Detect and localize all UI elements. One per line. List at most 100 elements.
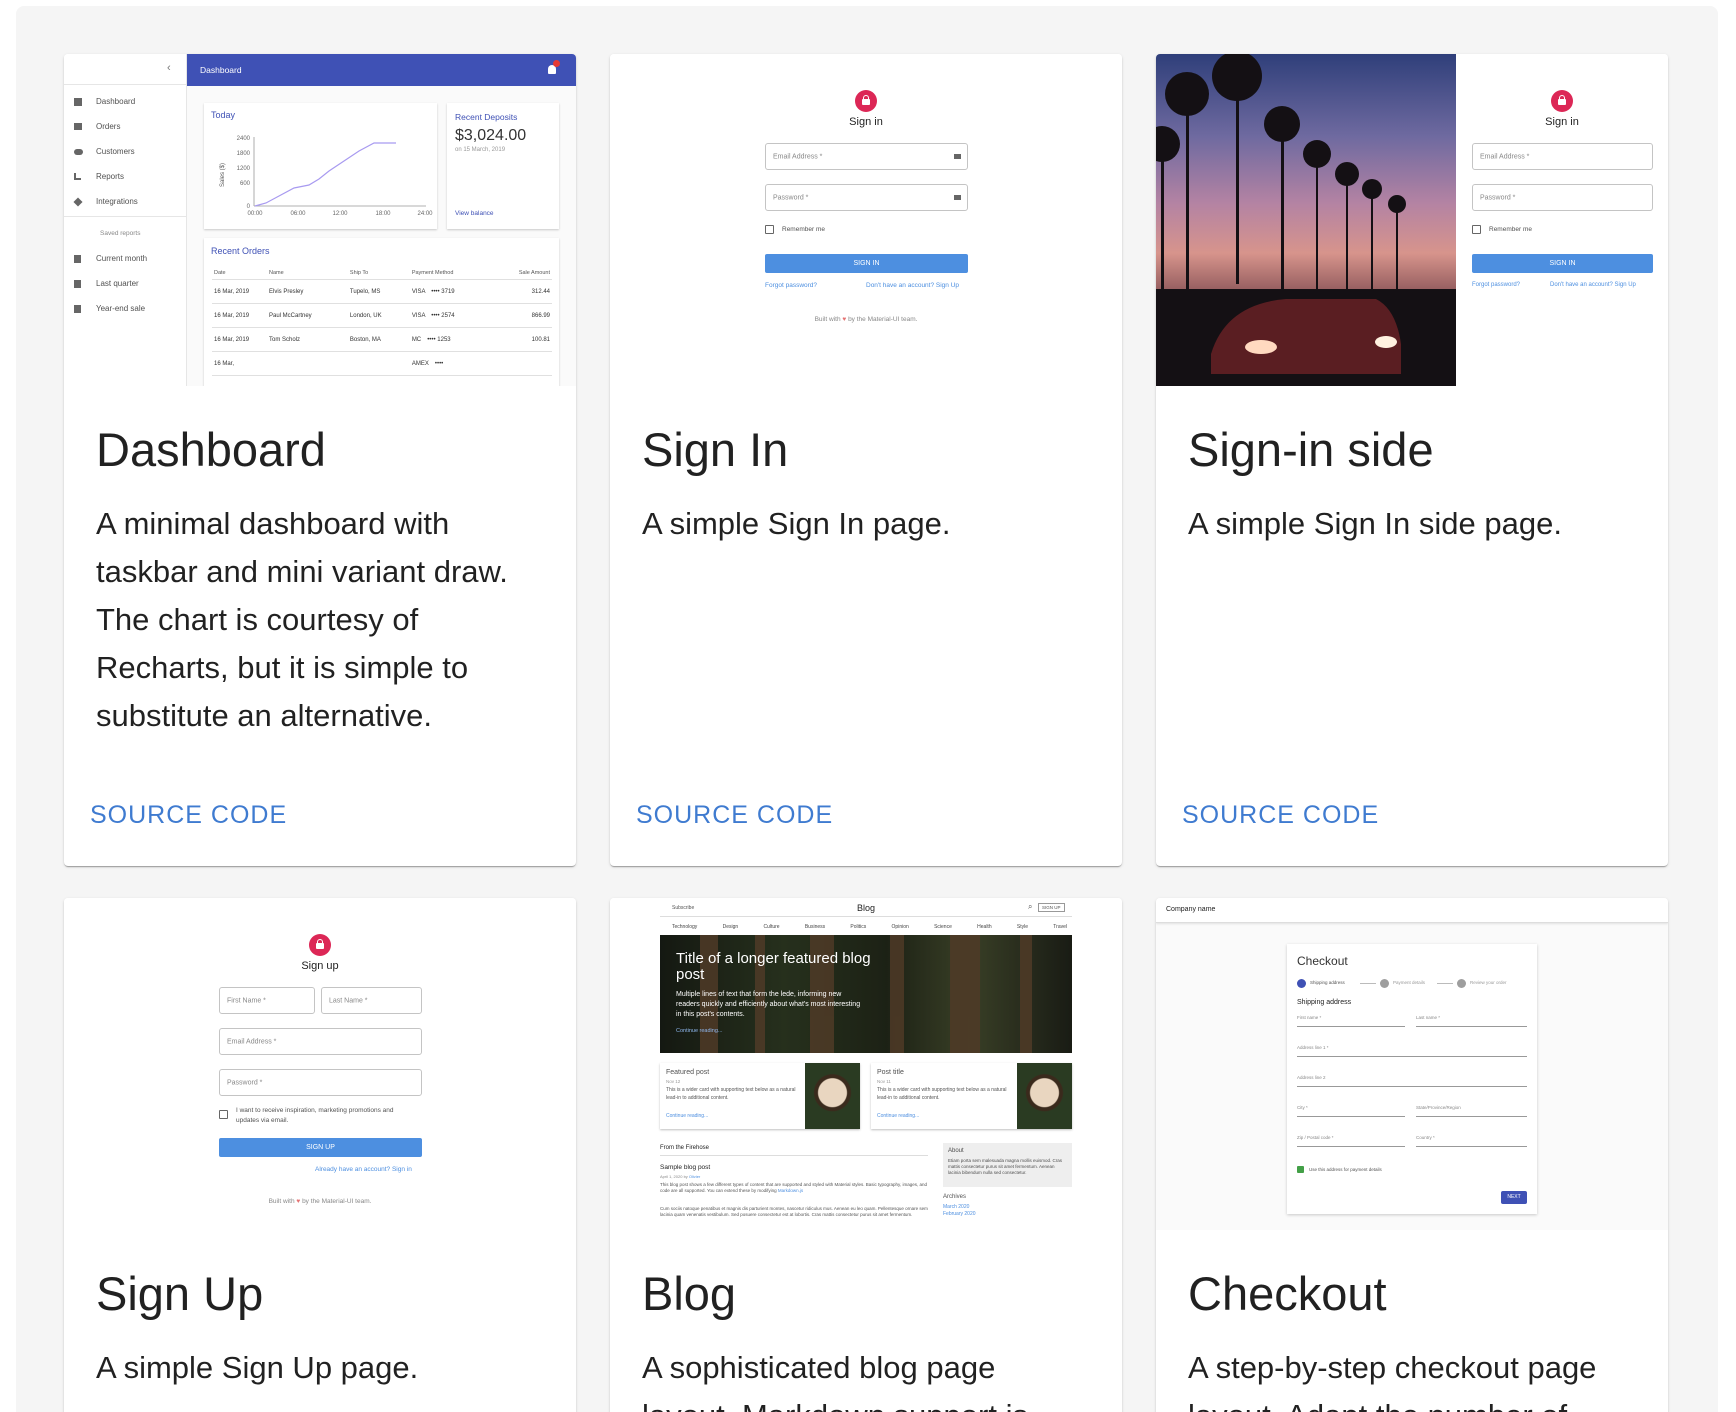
y-tick: 1200	[237, 166, 251, 172]
deposits-date: on 15 March, 2019	[455, 147, 506, 153]
blog-preview[interactable]: Subscribe Blog ⌕ SIGN UP Technology Desig…	[610, 898, 1122, 1230]
saved-reports-header: Saved reports	[100, 230, 141, 237]
remember-checkbox	[1472, 225, 1481, 234]
nav-item: Customers	[74, 147, 135, 156]
orders-header-cell: Ship To	[347, 267, 410, 280]
orders-cell: Tom Scholz	[267, 327, 348, 352]
blog-section-link: Opinion	[891, 924, 909, 930]
post-link: Continue reading...	[877, 1113, 920, 1119]
checkout-appbar: Company name	[1156, 898, 1668, 923]
step-label: Review your order	[1470, 980, 1507, 985]
card-checkout: Company name Checkout Shipping address P…	[1156, 898, 1668, 1412]
post-text: This is a wider card with supporting tex…	[666, 1087, 796, 1101]
sign-in-button: SIGN IN	[1472, 254, 1653, 273]
card-sign-up: Sign up First Name * Last Name * Email A…	[64, 898, 576, 1412]
orders-header-cell: Name	[267, 267, 348, 280]
preview-sidebar: ‹ Dashboard Orders Customers Reports Int…	[64, 54, 187, 386]
checkout-heading: Checkout	[1297, 954, 1348, 968]
y-tick: 1800	[237, 151, 251, 157]
table-row: 16 Mar, 2019 Elvis Presley Tupelo, MS VISA …	[212, 279, 552, 304]
source-code-button[interactable]: SOURCE CODE	[636, 795, 833, 836]
preview-appbar: Dashboard	[187, 54, 576, 86]
orders-cell: AMEX ⠀••••	[409, 351, 491, 376]
blog-section-link: Design	[722, 924, 739, 930]
archives-title: Archives	[943, 1194, 967, 1200]
cart-icon	[74, 123, 82, 131]
lock-icon	[855, 90, 877, 112]
orders-cell: 866.99	[490, 303, 552, 328]
post-title: Post title	[877, 1069, 904, 1076]
card-description: A simple Sign Up page.	[96, 1350, 419, 1385]
step-dot	[1380, 979, 1389, 988]
sign-in-side-preview[interactable]: Sign in Email Address * Password * Remem…	[1156, 54, 1668, 386]
hero-text: Multiple lines of text that form the led…	[676, 991, 861, 1018]
post-date: Nov 12	[666, 1079, 681, 1084]
preview-footer: Built with ♥ by the Material-UI team.	[814, 316, 918, 323]
post-title: Featured post	[666, 1069, 710, 1076]
blog-signup-button: SIGN UP	[1038, 903, 1065, 912]
orders-cell	[347, 351, 410, 376]
preview-heading: Sign up	[301, 960, 339, 972]
orders-cell: 100.81	[490, 327, 552, 352]
table-row: 16 Mar, 2019 Tom Scholz Boston, MA MC ⠀••••…	[212, 327, 552, 352]
step-active-dot	[1297, 979, 1306, 988]
notification-badge	[553, 60, 560, 67]
lock-icon	[1551, 90, 1573, 112]
blog-sections-nav: Technology Design Culture Business Politics O…	[672, 924, 1067, 930]
archive-link: March 2020	[943, 1204, 970, 1210]
key-icon	[954, 154, 961, 159]
card-title: Sign Up	[96, 1267, 264, 1320]
card-sign-in: Sign in Email Address * Password * Remem…	[610, 54, 1122, 866]
y-tick: 2400	[237, 136, 251, 142]
featured-post-card: Post title Nov 11 This is a wider card w…	[871, 1063, 1072, 1129]
orders-cell: 16 Mar, 2019	[212, 327, 267, 352]
orders-cell: VISA ⠀•••• 2574	[409, 303, 491, 328]
orders-cell	[267, 351, 348, 376]
field-label: State/Province/Region	[1416, 1105, 1461, 1110]
next-button: NEXT	[1501, 1191, 1527, 1204]
orders-cell: Elvis Presley	[267, 279, 348, 304]
key-icon	[954, 195, 961, 200]
field-label: Country *	[1416, 1135, 1435, 1140]
x-tick: 12:00	[332, 211, 348, 217]
preview-footer: Built with ♥ by the Material-UI team.	[268, 1198, 372, 1205]
sample-post-text: This blog post shows a few different typ…	[660, 1182, 927, 1193]
blog-section-link: Style	[1016, 924, 1028, 930]
bar-chart-icon	[74, 173, 81, 181]
lock-icon	[309, 934, 331, 956]
nav-item: Integrations	[73, 197, 138, 207]
field-label: Address line 1 *	[1297, 1045, 1329, 1050]
post-text: This is a wider card with supporting tex…	[877, 1087, 1007, 1101]
source-code-button[interactable]: SOURCE CODE	[90, 795, 287, 836]
sales-chart: Sales ($) 2400 1800 1200 600 0 00:00 06:…	[220, 136, 433, 217]
email-field: Email Address *	[765, 143, 968, 170]
orders-panel: Recent Orders Date Name Ship To Payment Met…	[204, 238, 559, 386]
view-balance-link[interactable]: View balance	[455, 210, 494, 217]
first-name-field: First Name *	[219, 987, 315, 1014]
email-field: Email Address *	[1472, 143, 1653, 170]
step-label: Shipping address	[1310, 980, 1345, 985]
password-field: Password *	[219, 1069, 422, 1096]
orders-cell: 16 Mar, 2019	[212, 303, 267, 328]
forgot-password-link: Forgot password?	[765, 282, 818, 289]
search-icon: ⌕	[1028, 902, 1033, 911]
step-dot	[1457, 979, 1466, 988]
sign-in-preview[interactable]: Sign in Email Address * Password * Remem…	[610, 54, 1122, 386]
sign-up-button: SIGN UP	[219, 1138, 422, 1157]
orders-cell	[490, 351, 552, 376]
card-description: A step-by-step checkout page layout. Ada…	[1188, 1350, 1597, 1412]
checkout-preview[interactable]: Company name Checkout Shipping address P…	[1156, 898, 1668, 1230]
remember-checkbox	[765, 225, 774, 234]
blog-section-link: Travel	[1053, 924, 1067, 930]
remember-label: Remember me	[1489, 226, 1532, 233]
people-icon	[74, 148, 83, 155]
remember-label: Remember me	[782, 226, 825, 233]
source-code-button[interactable]: SOURCE CODE	[1182, 795, 1379, 836]
dashboard-preview[interactable]: ‹ Dashboard Orders Customers Reports Int…	[64, 54, 576, 386]
about-box: About Etiam porta sem malesuada magna mo…	[943, 1143, 1072, 1187]
card-description: A simple Sign In page.	[642, 506, 951, 541]
orders-cell: London, UK	[347, 303, 410, 328]
field-label: Zip / Postal code *	[1297, 1135, 1334, 1140]
card-sign-in-side: Sign in Email Address * Password * Remem…	[1156, 54, 1668, 866]
sign-up-preview[interactable]: Sign up First Name * Last Name * Email A…	[64, 898, 576, 1230]
